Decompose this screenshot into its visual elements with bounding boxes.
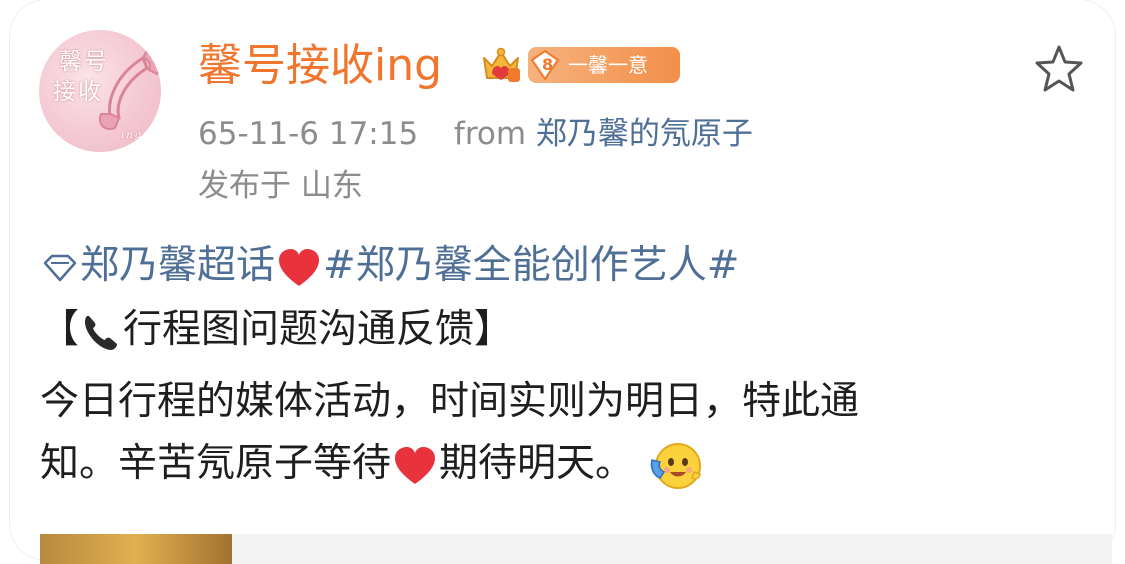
- body-text: 知。辛苦氖原子等待: [40, 441, 392, 486]
- post-time: 65-11-6 17:15: [198, 116, 419, 152]
- username[interactable]: 馨号接收ing: [198, 38, 442, 94]
- image-thumbnail[interactable]: [40, 534, 232, 564]
- fan-badge[interactable]: 8 一馨一意: [528, 47, 680, 83]
- body-text: 期待明天。: [439, 441, 635, 486]
- telephone-receiver-emoji: [85, 315, 118, 350]
- source-link[interactable]: 郑乃馨的氖原子: [536, 116, 753, 152]
- topic-line: 郑乃馨超话 #郑乃馨全能创作艺人#: [40, 236, 739, 296]
- diamond-icon: [43, 254, 77, 281]
- avatar-text: 馨号: [59, 49, 109, 75]
- post-location: 发布于 山东: [198, 168, 363, 204]
- avatar-text: 接收: [53, 79, 103, 105]
- from-label: from: [453, 116, 527, 152]
- body-line: 【 行程图问题沟通反馈】: [40, 300, 513, 360]
- post-meta: 65-11-6 17:15 from 郑乃馨的氖原子: [198, 112, 753, 156]
- fan-level: 8: [542, 55, 554, 74]
- star-outline-icon[interactable]: [1032, 42, 1086, 96]
- body-line: 今日行程的媒体活动，时间实则为明日，特此通: [40, 379, 860, 424]
- fan-badge-name: 一馨一意: [568, 53, 648, 77]
- bracket-open: 【: [40, 307, 80, 352]
- avatar[interactable]: 馨号 接收 ing: [39, 30, 161, 152]
- hugging-face-emoji: [650, 442, 702, 489]
- avatar-text: ing: [121, 130, 144, 141]
- hashtag-link[interactable]: #郑乃馨全能创作艺人#: [323, 243, 739, 288]
- red-heart-emoji: [279, 248, 320, 286]
- body-line: 知。辛苦氖原子等待 期待明天。: [40, 434, 704, 494]
- crown-icon: [483, 47, 520, 82]
- red-heart-emoji: [395, 446, 436, 484]
- body-title: 行程图问题沟通反馈】: [123, 307, 514, 352]
- super-topic-link[interactable]: 郑乃馨超话: [80, 243, 275, 288]
- image-placeholder: [232, 534, 1112, 564]
